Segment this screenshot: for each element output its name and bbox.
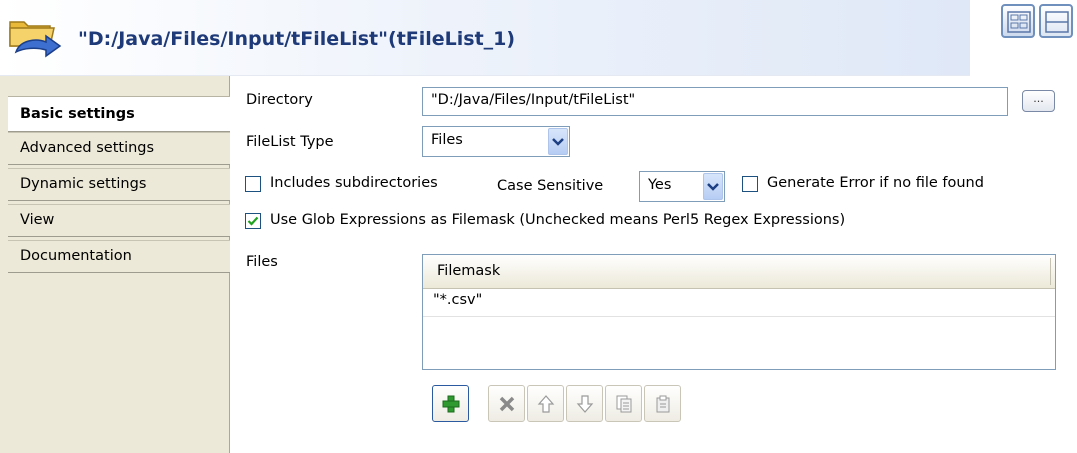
settings-sidebar: Basic settings Advanced settings Dynamic…	[0, 76, 230, 453]
tab-dynamic-settings[interactable]: Dynamic settings	[8, 168, 230, 201]
tab-view[interactable]: View	[8, 204, 230, 237]
dropdown-arrow[interactable]	[548, 128, 568, 155]
paste-button[interactable]	[644, 385, 681, 422]
component-title: "D:/Java/Files/Input/tFileList"(tFileLis…	[78, 28, 516, 50]
split-view-button[interactable]	[1039, 4, 1073, 38]
split-view-icon	[1045, 11, 1069, 33]
component-header: "D:/Java/Files/Input/tFileList"(tFileLis…	[0, 0, 970, 76]
move-down-icon	[576, 395, 594, 413]
delete-icon	[499, 396, 515, 412]
table-row[interactable]: "*.csv"	[423, 289, 1055, 317]
chevron-down-icon	[552, 138, 564, 146]
use-glob-checkbox[interactable]	[245, 213, 261, 229]
case-sensitive-label: Case Sensitive	[497, 178, 604, 194]
grid-view-button[interactable]	[1001, 4, 1035, 38]
files-label: Files	[246, 254, 278, 270]
generate-error-label: Generate Error if no file found	[767, 175, 984, 191]
tab-label: View	[20, 212, 55, 228]
generate-error-checkbox[interactable]	[742, 176, 758, 192]
tab-label: Basic settings	[20, 106, 135, 122]
folder-with-arrow-icon	[9, 21, 62, 58]
includes-subdirectories-label: Includes subdirectories	[270, 175, 438, 191]
includes-subdirectories-checkbox[interactable]	[245, 176, 261, 192]
column-header: Filemask	[437, 263, 501, 279]
tab-label: Documentation	[20, 248, 132, 264]
copy-icon	[616, 395, 632, 413]
tab-advanced-settings[interactable]: Advanced settings	[8, 132, 230, 165]
checkmark-icon	[247, 216, 259, 226]
grid-view-icon	[1007, 11, 1031, 33]
copy-button[interactable]	[605, 385, 642, 422]
table-header-filemask[interactable]: Filemask	[423, 255, 1055, 289]
chevron-down-icon	[707, 183, 719, 191]
files-table[interactable]: Filemask "*.csv"	[422, 254, 1056, 370]
use-glob-label: Use Glob Expressions as Filemask (Unchec…	[270, 212, 846, 228]
tab-basic-settings[interactable]: Basic settings	[8, 96, 230, 132]
tab-label: Advanced settings	[20, 140, 155, 156]
delete-row-button[interactable]	[488, 385, 525, 422]
add-icon	[442, 395, 460, 413]
filelist-type-label: FileList Type	[246, 134, 334, 150]
add-row-button[interactable]	[432, 385, 469, 422]
filelist-type-select[interactable]: Files	[422, 126, 570, 157]
move-up-button[interactable]	[527, 385, 564, 422]
case-sensitive-select[interactable]: Yes	[639, 171, 725, 202]
browse-directory-button[interactable]: ...	[1022, 90, 1055, 112]
paste-icon	[656, 395, 670, 413]
directory-label: Directory	[246, 92, 313, 108]
dropdown-arrow[interactable]	[703, 173, 723, 200]
move-up-icon	[537, 395, 555, 413]
filelist-type-value: Files	[431, 132, 463, 148]
tab-documentation[interactable]: Documentation	[8, 240, 230, 273]
case-sensitive-value: Yes	[648, 177, 672, 193]
move-down-button[interactable]	[566, 385, 603, 422]
directory-input[interactable]: "D:/Java/Files/Input/tFileList"	[422, 87, 1008, 116]
tab-label: Dynamic settings	[20, 176, 147, 192]
column-divider	[1050, 258, 1051, 285]
filemask-cell[interactable]: "*.csv"	[433, 292, 482, 308]
